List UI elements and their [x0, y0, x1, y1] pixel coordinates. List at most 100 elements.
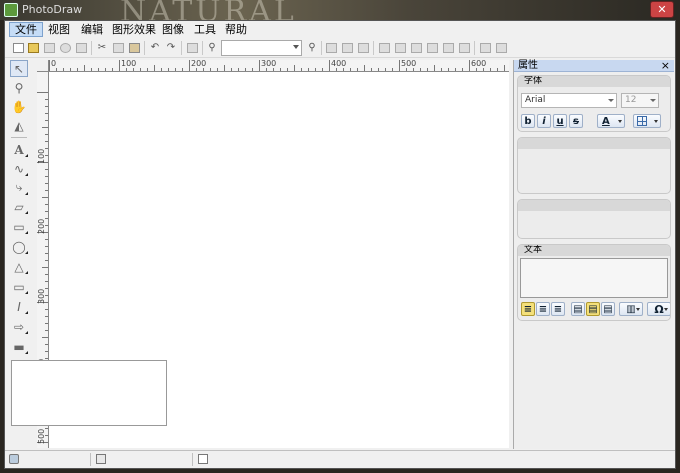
- valign-top-icon[interactable]: ▤: [571, 302, 585, 316]
- border-button[interactable]: [633, 114, 661, 128]
- close-icon[interactable]: ×: [661, 59, 670, 72]
- rectangle-icon[interactable]: ▭: [10, 218, 28, 235]
- horizontal-ruler: 0 100 200 300 400 500 600: [49, 60, 509, 72]
- arrow-shape-icon[interactable]: ⇨: [10, 318, 28, 335]
- app-icon: [4, 3, 18, 17]
- ruler-label: 300: [37, 288, 46, 304]
- ellipse-icon[interactable]: ◯: [10, 238, 28, 255]
- print-status-icon: [9, 454, 19, 464]
- align-middle-icon[interactable]: [441, 41, 455, 54]
- menu-graphic-effects[interactable]: 图形效果: [107, 22, 161, 37]
- ruler-corner: [37, 60, 49, 72]
- picture-frame-icon[interactable]: ▬: [10, 338, 28, 355]
- fit-selection-icon[interactable]: [356, 41, 370, 54]
- italic-button[interactable]: i: [537, 114, 551, 128]
- text-group: 文本 ≡ ≡ ≡ ▤ ▤ ▤ ▥ Ω: [517, 244, 671, 321]
- menu-file[interactable]: 文件: [9, 22, 43, 37]
- app-frame: 文件 视图 编辑 图形效果 图像 工具 帮助 ✂ ↶ ↷ ⚲ ⚲ ↖ ⚲ ✋ ◭…: [4, 20, 676, 469]
- align-center-icon[interactable]: ≡: [536, 302, 550, 316]
- save-icon[interactable]: [42, 41, 56, 54]
- redo-icon[interactable]: ↷: [164, 41, 178, 54]
- size-icon: [198, 454, 208, 464]
- menu-edit[interactable]: 编辑: [76, 22, 108, 37]
- fit-page-icon[interactable]: [324, 41, 338, 54]
- properties-title: 属性: [518, 60, 538, 71]
- align-right-icon[interactable]: [409, 41, 423, 54]
- pan-hand-icon[interactable]: ✋: [10, 98, 28, 115]
- text-align-row: ≡ ≡ ≡ ▤ ▤ ▤ ▥ Ω: [521, 302, 670, 318]
- fit-height-icon[interactable]: [340, 41, 354, 54]
- blank-group-2: [517, 199, 671, 239]
- connector-icon[interactable]: ⤷: [10, 179, 28, 196]
- zoom-icon[interactable]: ⚲: [205, 41, 219, 54]
- grid-icon: [637, 116, 647, 126]
- paste-icon[interactable]: [127, 41, 141, 54]
- italic-cursor-icon[interactable]: I: [10, 298, 28, 315]
- menu-tools[interactable]: 工具: [189, 22, 221, 37]
- blank-group-1: [517, 137, 671, 194]
- align-bottom-icon[interactable]: [457, 41, 471, 54]
- chevron-down-icon: [608, 99, 614, 102]
- ungroup-icon[interactable]: [494, 41, 508, 54]
- omega-icon: Ω: [654, 302, 664, 316]
- shape-tool-icon[interactable]: ▱: [10, 198, 28, 215]
- font-color-label: A: [602, 115, 610, 127]
- ruler-label: 500: [401, 60, 417, 68]
- align-right-icon[interactable]: ≡: [551, 302, 565, 316]
- document-icon[interactable]: [185, 41, 199, 54]
- cut-icon[interactable]: ✂: [95, 41, 109, 54]
- font-group: 字体 Arial 12 b i u s A: [517, 75, 671, 132]
- font-name-select[interactable]: Arial: [521, 93, 617, 108]
- properties-panel: 属性 × 字体 Arial 12 b i u s A 文本 ≡ ≡ ≡ ▤ ▤ …: [513, 59, 674, 449]
- align-left-icon[interactable]: ≡: [521, 302, 535, 316]
- font-size-select[interactable]: 12: [621, 93, 659, 108]
- text-tool-icon[interactable]: A: [10, 141, 28, 158]
- ruler-label: 0: [51, 60, 57, 68]
- freeform-line-icon[interactable]: ∿: [10, 160, 28, 177]
- open-folder-icon[interactable]: [26, 41, 40, 54]
- text-input[interactable]: [520, 258, 668, 298]
- zoom-in-icon[interactable]: ⚲: [305, 41, 319, 54]
- strikethrough-button[interactable]: s: [569, 114, 583, 128]
- select-arrow-icon[interactable]: ↖: [10, 60, 28, 77]
- chevron-down-icon: [618, 120, 622, 123]
- chevron-down-icon: [293, 45, 299, 49]
- copy-icon[interactable]: [111, 41, 125, 54]
- preview-box: [11, 360, 167, 426]
- text-layout-button[interactable]: ▥: [619, 302, 643, 316]
- menu-view[interactable]: 视图: [43, 22, 75, 37]
- font-color-button[interactable]: A: [597, 114, 625, 128]
- align-top-icon[interactable]: [425, 41, 439, 54]
- toolbar: ✂ ↶ ↷ ⚲ ⚲: [5, 38, 675, 58]
- ruler-label: 500: [37, 428, 46, 444]
- underline-button[interactable]: u: [553, 114, 567, 128]
- window-close-button[interactable]: ✕: [650, 1, 674, 18]
- triangle-icon[interactable]: △: [10, 258, 28, 275]
- menu-help[interactable]: 帮助: [220, 22, 252, 37]
- undo-icon[interactable]: ↶: [148, 41, 162, 54]
- align-left-icon[interactable]: [377, 41, 391, 54]
- font-size-value: 12: [625, 95, 637, 105]
- menu-image[interactable]: 图像: [157, 22, 189, 37]
- font-group-header: 字体: [518, 76, 670, 87]
- ruler-label: 100: [37, 148, 46, 164]
- zoom-select[interactable]: [221, 40, 302, 56]
- ruler-label: 200: [191, 60, 207, 68]
- statusbar: [5, 450, 675, 468]
- symbol-button[interactable]: Ω: [647, 302, 670, 316]
- fill-bucket-icon[interactable]: ◭: [10, 117, 28, 134]
- font-style-row: b i u s A: [521, 114, 670, 130]
- print-icon[interactable]: [74, 41, 88, 54]
- chevron-down-icon: [664, 308, 668, 311]
- align-center-icon[interactable]: [393, 41, 407, 54]
- position-icon: [96, 454, 106, 464]
- callout-icon[interactable]: ▭: [10, 278, 28, 295]
- group-icon[interactable]: [478, 41, 492, 54]
- menubar: 文件 视图 编辑 图形效果 图像 工具 帮助: [5, 21, 675, 38]
- new-file-icon[interactable]: [11, 41, 25, 54]
- bold-button[interactable]: b: [521, 114, 535, 128]
- valign-bottom-icon[interactable]: ▤: [601, 302, 615, 316]
- zoom-tool-icon[interactable]: ⚲: [10, 79, 28, 96]
- globe-icon[interactable]: [58, 41, 72, 54]
- valign-middle-icon[interactable]: ▤: [586, 302, 600, 316]
